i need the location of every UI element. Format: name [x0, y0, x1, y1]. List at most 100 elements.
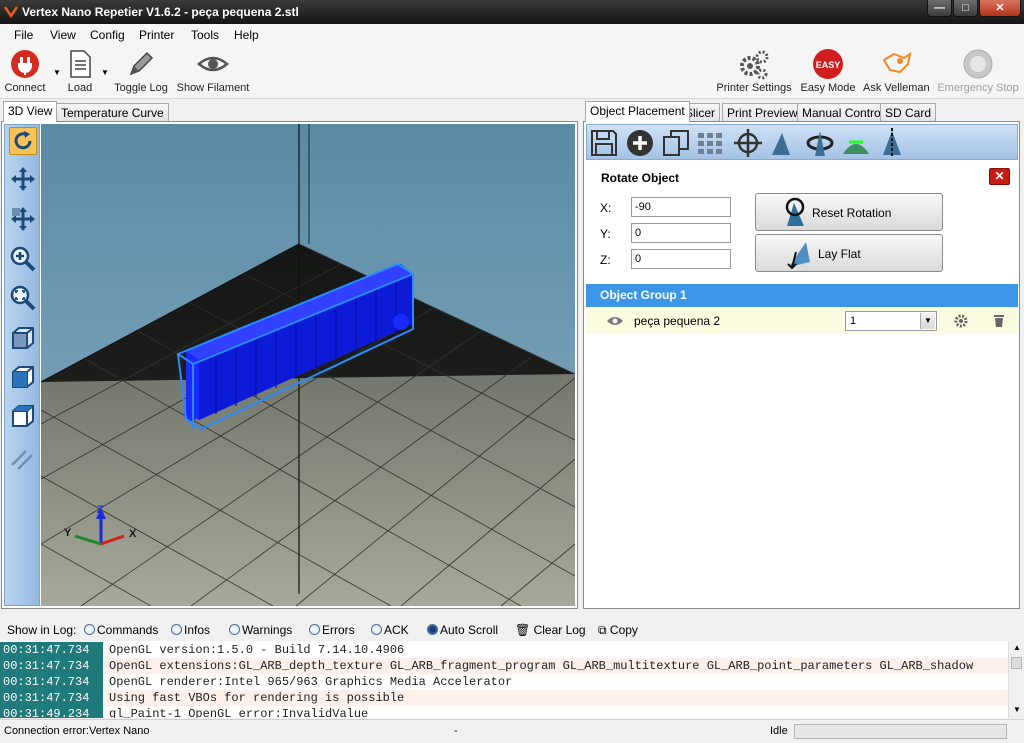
- rotate-z-label: Z:: [600, 253, 611, 267]
- tab-manual-control[interactable]: Manual Control: [797, 103, 889, 122]
- rotate-y-input[interactable]: 0: [631, 223, 731, 243]
- move-object-button[interactable]: [9, 205, 37, 233]
- cube-top-icon: [12, 405, 34, 427]
- log-scrollbar[interactable]: ▲ ▼: [1008, 641, 1024, 718]
- close-rotate-panel-button[interactable]: ✕: [989, 168, 1010, 185]
- status-separator: -: [454, 725, 458, 737]
- zoom-in-button[interactable]: [9, 245, 37, 273]
- ask-velleman-button[interactable]: Ask Velleman: [863, 48, 930, 94]
- menu-file[interactable]: File: [14, 28, 33, 42]
- trash-icon: 🗑: [515, 623, 531, 637]
- menu-view[interactable]: View: [50, 28, 76, 42]
- menu-config[interactable]: Config: [90, 28, 125, 42]
- power-plug-icon: [11, 50, 39, 78]
- emergency-stop-button[interactable]: Emergency Stop: [934, 48, 1022, 94]
- tab-temperature-curve[interactable]: Temperature Curve: [56, 103, 169, 122]
- close-window-button[interactable]: ✕: [979, 0, 1021, 17]
- object-toolbar: [586, 124, 1018, 160]
- object-name: peça pequena 2: [634, 314, 721, 328]
- list-item[interactable]: peça pequena 2 1 ▼: [586, 308, 1018, 334]
- rotate-object-button[interactable]: [805, 128, 835, 158]
- rotate-view-button[interactable]: [9, 127, 37, 155]
- copy-log-button[interactable]: ⧉ Copy: [598, 623, 638, 638]
- delete-object-trash-icon[interactable]: [993, 314, 1005, 328]
- rotate-object-title: Rotate Object: [601, 171, 680, 185]
- connection-status: Connection error:Vertex Nano: [4, 725, 150, 737]
- menu-help[interactable]: Help: [234, 28, 259, 42]
- scale-object-button[interactable]: [767, 128, 797, 158]
- view-toolbar: [4, 124, 40, 606]
- cut-object-button[interactable]: [841, 128, 871, 158]
- clear-log-button[interactable]: 🗑 Clear Log: [515, 623, 586, 637]
- log-ack-toggle[interactable]: ACK: [371, 623, 409, 637]
- radio-icon: [171, 624, 182, 635]
- 3d-viewport[interactable]: Z X Y: [41, 124, 575, 606]
- window-title: Vertex Nano Repetier V1.6.2 - peça peque…: [22, 5, 299, 19]
- mirror-object-button[interactable]: [877, 128, 907, 158]
- copy-object-button[interactable]: [661, 128, 691, 158]
- zoom-fit-icon: [10, 285, 36, 311]
- auto-scroll-toggle[interactable]: Auto Scroll: [427, 623, 498, 637]
- rotate-z-input[interactable]: 0: [631, 249, 731, 269]
- show-filament-button[interactable]: Show Filament: [176, 48, 250, 94]
- tab-sd-card[interactable]: SD Card: [880, 103, 937, 122]
- view-iso-button[interactable]: [9, 324, 37, 352]
- log-output[interactable]: 00:31:47.734 OpenGL version:1.5.0 - Build…: [0, 641, 1010, 718]
- connect-button[interactable]: Connect: [2, 48, 48, 94]
- view-top-button[interactable]: [9, 402, 37, 430]
- tab-object-placement[interactable]: Object Placement: [585, 101, 690, 122]
- log-commands-toggle[interactable]: Commands: [84, 623, 158, 637]
- menu-tools[interactable]: Tools: [191, 28, 219, 42]
- scale-icon: [772, 133, 790, 155]
- floppy-disk-icon: [591, 130, 617, 156]
- radio-icon: [84, 624, 95, 635]
- menu-printer[interactable]: Printer: [139, 28, 174, 42]
- autoposition-button[interactable]: [695, 128, 725, 158]
- center-object-button[interactable]: [733, 128, 763, 158]
- view-front-button[interactable]: [9, 363, 37, 391]
- axis-z-label: Z: [97, 504, 104, 516]
- toggle-log-button[interactable]: Toggle Log: [112, 48, 170, 94]
- 3d-scene: Z X Y: [41, 124, 575, 606]
- plus-circle-icon: [627, 130, 653, 156]
- easy-badge-icon: EASY: [813, 49, 843, 79]
- title-bar: Vertex Nano Repetier V1.6.2 - peça peque…: [0, 0, 1024, 24]
- save-object-button[interactable]: [589, 128, 619, 158]
- log-row: 00:31:47.734 OpenGL renderer:Intel 965/96…: [0, 674, 1010, 690]
- cube-front-icon: [12, 366, 34, 388]
- parallel-lines-icon: [11, 450, 33, 470]
- log-infos-toggle[interactable]: Infos: [171, 623, 210, 637]
- progress-bar: [794, 724, 1007, 739]
- tab-3d-view[interactable]: 3D View: [3, 101, 58, 122]
- log-filter-bar: Show in Log: Commands Infos Warnings Err…: [0, 617, 1024, 641]
- menu-bar: File View Config Printer Tools Help: [0, 24, 1024, 46]
- scroll-thumb[interactable]: [1011, 657, 1022, 669]
- easy-mode-button[interactable]: EASY Easy Mode: [800, 48, 856, 94]
- load-dropdown-icon[interactable]: ▼: [101, 68, 109, 77]
- rotate-x-input[interactable]: -90: [631, 197, 731, 217]
- document-icon: [70, 50, 91, 78]
- load-button[interactable]: Load: [62, 48, 98, 94]
- lay-flat-button[interactable]: Lay Flat: [755, 234, 943, 272]
- maximize-button[interactable]: □: [953, 0, 978, 17]
- pencil-icon: [129, 51, 154, 76]
- object-group-header[interactable]: Object Group 1: [586, 284, 1018, 307]
- connect-dropdown-icon[interactable]: ▼: [53, 68, 61, 77]
- scroll-up-icon[interactable]: ▲: [1013, 643, 1021, 652]
- radio-icon: [309, 624, 320, 635]
- parallel-projection-button[interactable]: [9, 445, 37, 473]
- add-object-button[interactable]: [625, 128, 655, 158]
- move-view-button[interactable]: [9, 165, 37, 193]
- zoom-fit-button[interactable]: [9, 284, 37, 312]
- copies-select[interactable]: 1 ▼: [845, 311, 937, 331]
- object-settings-gear-icon[interactable]: [954, 314, 968, 328]
- reset-rotation-button[interactable]: Reset Rotation: [755, 193, 943, 231]
- log-warnings-toggle[interactable]: Warnings: [229, 623, 292, 637]
- reset-rotation-icon: [785, 197, 805, 226]
- scroll-down-icon[interactable]: ▼: [1013, 705, 1021, 714]
- tab-print-preview[interactable]: Print Preview: [722, 103, 803, 122]
- minimize-button[interactable]: —: [927, 0, 952, 17]
- visibility-eye-icon[interactable]: [606, 315, 624, 327]
- log-errors-toggle[interactable]: Errors: [309, 623, 355, 637]
- printer-settings-button[interactable]: Printer Settings: [715, 48, 793, 94]
